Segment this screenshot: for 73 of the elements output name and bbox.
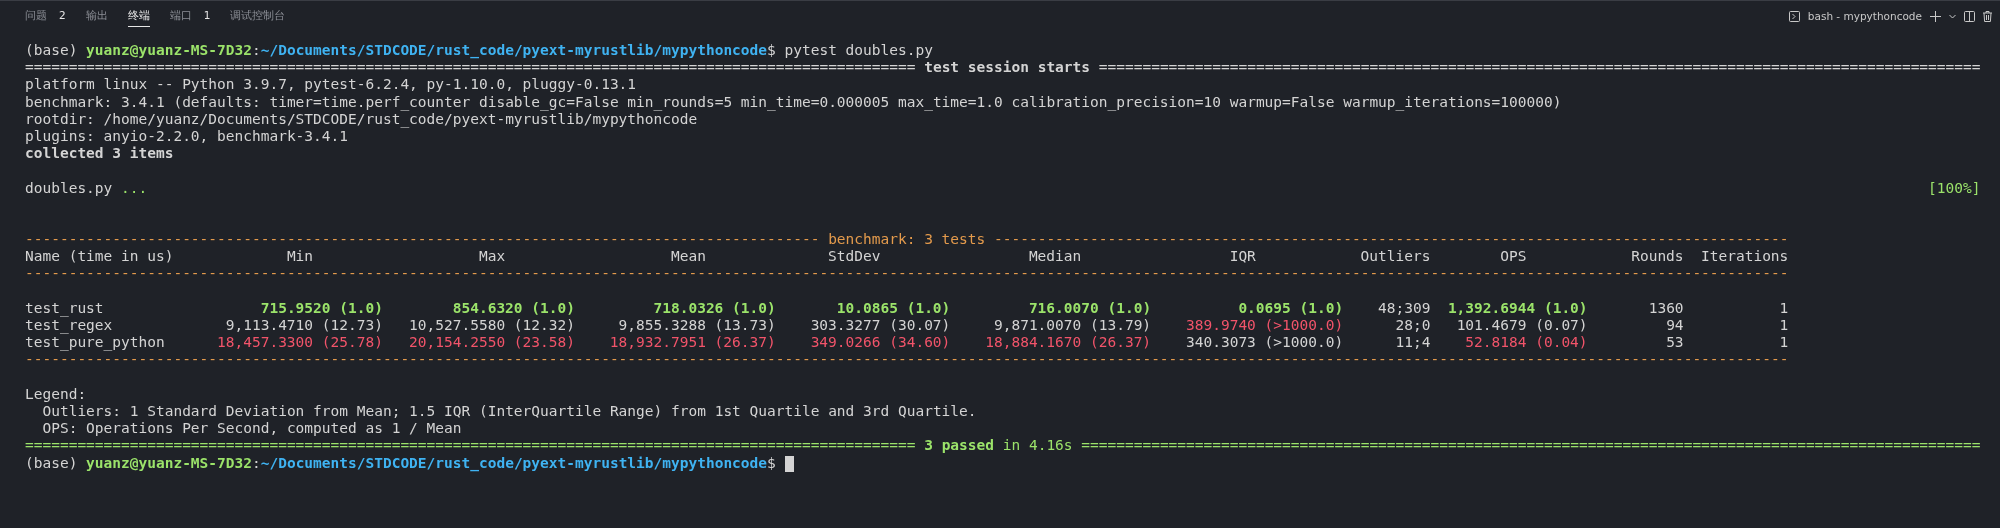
terminal-line: (base) yuanz@yuanz-MS-7D32:~/Documents/STDCODE/rust_code/pyext-myrustlib/mypythoncode$ pytest doubles.py [25,42,933,60]
terminal-line: OPS: Operations Per Second, computed as 1 / Mean [41,420,462,438]
table-cell: 9,113.4710 (12.73) [225,317,383,333]
table-cell: 340.3073 (>1000.0) [1186,334,1344,351]
table-cell: 94 [1666,317,1684,333]
column-header: Median [1028,248,1082,265]
test-file-line: doubles.py ... [25,179,148,197]
terminal-icon[interactable] [1788,10,1800,22]
table-cell: 349.0266 (34.60) [810,334,951,351]
panel-tab[interactable]: 问题 2 [25,5,66,27]
terminal-line: benchmark: 3.4.1 (defaults: timer=time.perf_counter disable_gc=False min_rounds=5 min_time=0.000005 max_time=1.0 calibration_precision=10 warmup=False warmup_iterations=100000) [25,93,1562,111]
table-cell: 715.9520 (1.0) [260,299,383,316]
terminal-line: collected 3 items [25,145,174,163]
section-rule: ---------------------------------------------------------------------------------------------------------------------------------------------------------------------------------------------------------- [25,351,1789,369]
table-cell: 854.6320 (1.0) [452,299,575,316]
column-header: Mean [671,248,706,265]
table-cell: 1 [1779,299,1789,316]
table-cell: 48;309 [1378,299,1431,316]
trash-icon[interactable] [1983,10,1992,22]
table-cell: 716.0070 (1.0) [1028,299,1152,316]
section-rule: ====================================================================================================== test session starts ===================================================================================================== [25,59,1981,77]
terminal-line: platform linux -- Python 3.9.7, pytest-6.2.4, py-1.10.0, pluggy-0.13.1 [25,76,637,94]
table-cell: 18,932.7951 (26.37) [609,334,776,351]
column-header: Iterations [1701,248,1789,265]
table-cell: 1 [1779,317,1789,333]
table-cell: 0.0695 (1.0) [1238,299,1344,316]
table-cell: 10,527.5580 (12.32) [409,317,575,333]
table-cell: 1,392.6944 (1.0) [1447,299,1588,316]
terminal-line: Outliers: 1 Standard Deviation from Mean; 1.5 IQR (InterQuartile Range) from 1st Quartile and 3rd Quartile. [41,402,977,421]
column-header: Min [286,248,314,265]
terminal-line: plugins: anyio-2.2.0, benchmark-3.4.1 [25,127,348,146]
table-cell: 10.0865 (1.0) [836,299,951,316]
table-cell: 53 [1666,334,1684,351]
table-cell: 18,884.1670 (26.37) [985,334,1152,351]
table-cell: 18,457.3300 (25.78) [217,334,383,351]
table-cell: 303.3277 (30.07) [810,317,951,333]
column-header: OPS [1500,248,1527,265]
column-header: Name (time in us) [25,248,174,265]
table-cell: 389.9740 (>1000.0) [1186,317,1344,333]
column-header: IQR [1229,248,1256,265]
section-rule: ------------------------------------------------------------------------------------------- benchmark: 3 tests ------------------------------------------------------------------------------------------- [25,231,1789,249]
panel-tab[interactable]: 调试控制台 [230,5,286,27]
terminal-line: (base) yuanz@yuanz-MS-7D32:~/Documents/STDCODE/rust_code/pyext-myrustlib/mypythoncode$ [25,454,777,472]
table-cell: 11;4 [1395,334,1431,351]
terminal-line: rootdir: /home/yuanz/Documents/STDCODE/rust_code/pyext-myrustlib/mypythoncode [25,110,698,128]
table-cell: 1 [1779,334,1789,351]
panel-tab[interactable]: 端口 1 [169,5,211,27]
chevron-down-icon[interactable] [1949,13,1956,19]
table-cell: test_regex [25,317,113,333]
text-cursor [784,455,794,472]
table-cell: test_pure_python [25,334,165,351]
column-header: Outliers [1360,248,1431,265]
terminal-line: Legend: [25,385,87,403]
terminal-name[interactable]: bash - mypythoncode [1807,10,1922,22]
column-header: StdDev [828,248,881,265]
progress-percent: [100%] [1928,179,1981,197]
plus-icon[interactable] [1930,10,1941,22]
panel-tab[interactable]: 输出 [85,5,108,27]
section-rule: ---------------------------------------------------------------------------------------------------------------------------------------------------------------------------------------------------------- [25,265,1789,283]
table-cell: test_rust [25,299,104,316]
table-cell: 9,871.0070 (13.79) [993,317,1152,333]
column-header: Rounds [1631,248,1684,265]
panel-tab[interactable]: 终端 [127,5,150,27]
table-cell: 9,855.3288 (13.73) [618,317,776,333]
table-cell: 20,154.2550 (23.58) [409,334,575,351]
table-cell: 28;0 [1395,317,1431,333]
table-cell: 718.0326 (1.0) [653,299,776,316]
column-header: Max [478,248,506,265]
table-cell: 1360 [1648,299,1684,316]
table-cell: 101.4679 (0.07) [1456,317,1588,333]
table-cell: 52.8184 (0.04) [1465,334,1588,351]
split-icon[interactable] [1964,10,1975,22]
section-rule: ====================================================================================================== 3 passed in 4.16s ======================================================================================================= [25,437,1981,455]
